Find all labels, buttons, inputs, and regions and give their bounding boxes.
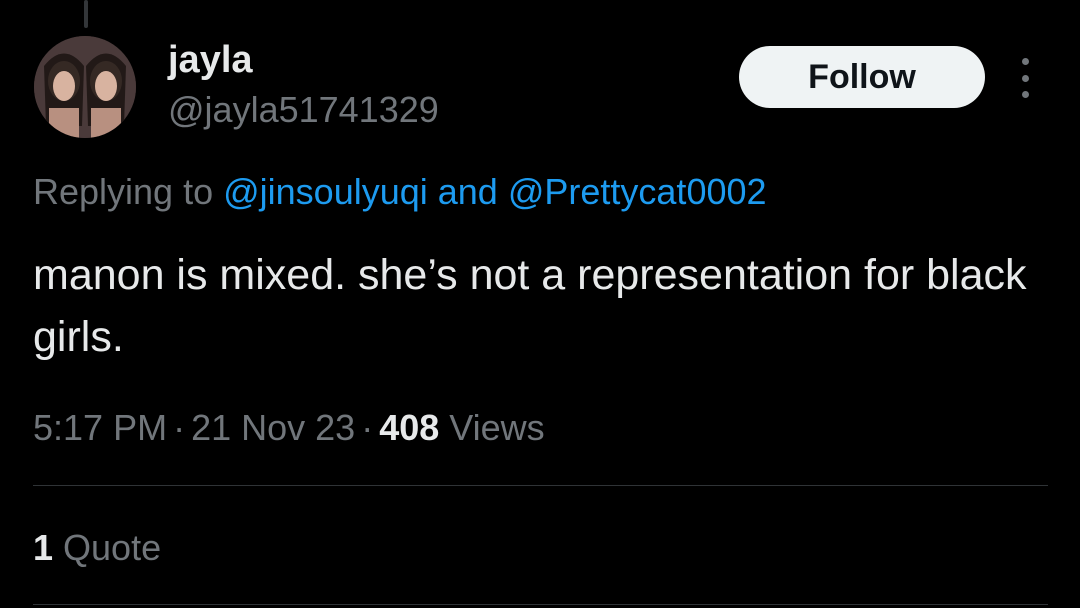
- quotes-count: 1: [33, 527, 54, 568]
- replying-to-line: Replying to @jinsoulyuqi and @Prettycat0…: [33, 168, 767, 216]
- more-dot: [1021, 91, 1029, 98]
- replying-to-prefix: Replying to: [33, 171, 224, 212]
- separator-dot: ·: [173, 407, 186, 448]
- views-label: Views: [439, 407, 545, 448]
- tweet-time[interactable]: 5:17 PM: [33, 407, 167, 448]
- mention-conjunction[interactable]: and: [428, 171, 508, 212]
- tweet-date[interactable]: 21 Nov 23: [191, 407, 355, 448]
- tweet-metadata: 5:17 PM · 21 Nov 23 · 408 Views: [33, 404, 545, 452]
- author-display-name[interactable]: jayla: [168, 36, 253, 84]
- mention-link[interactable]: @jinsoulyuqi: [223, 171, 428, 212]
- follow-button[interactable]: Follow: [739, 46, 985, 108]
- more-dot: [1021, 58, 1029, 65]
- separator-dot: ·: [361, 407, 374, 448]
- divider: [33, 604, 1048, 605]
- avatar-photo: [34, 36, 136, 138]
- thread-connector-line: [84, 0, 88, 28]
- quotes-link[interactable]: 1 Quote: [33, 524, 161, 572]
- views-count: 408: [379, 407, 440, 448]
- more-options-icon[interactable]: [1010, 58, 1040, 98]
- tweet-text: manon is mixed. she’s not a representati…: [33, 251, 1027, 361]
- more-dot: [1021, 74, 1029, 82]
- mention-link[interactable]: @Prettycat0002: [508, 171, 767, 212]
- quotes-label: Quote: [53, 527, 162, 568]
- author-handle[interactable]: @jayla51741329: [168, 86, 439, 134]
- divider: [33, 485, 1048, 486]
- avatar[interactable]: [34, 36, 136, 138]
